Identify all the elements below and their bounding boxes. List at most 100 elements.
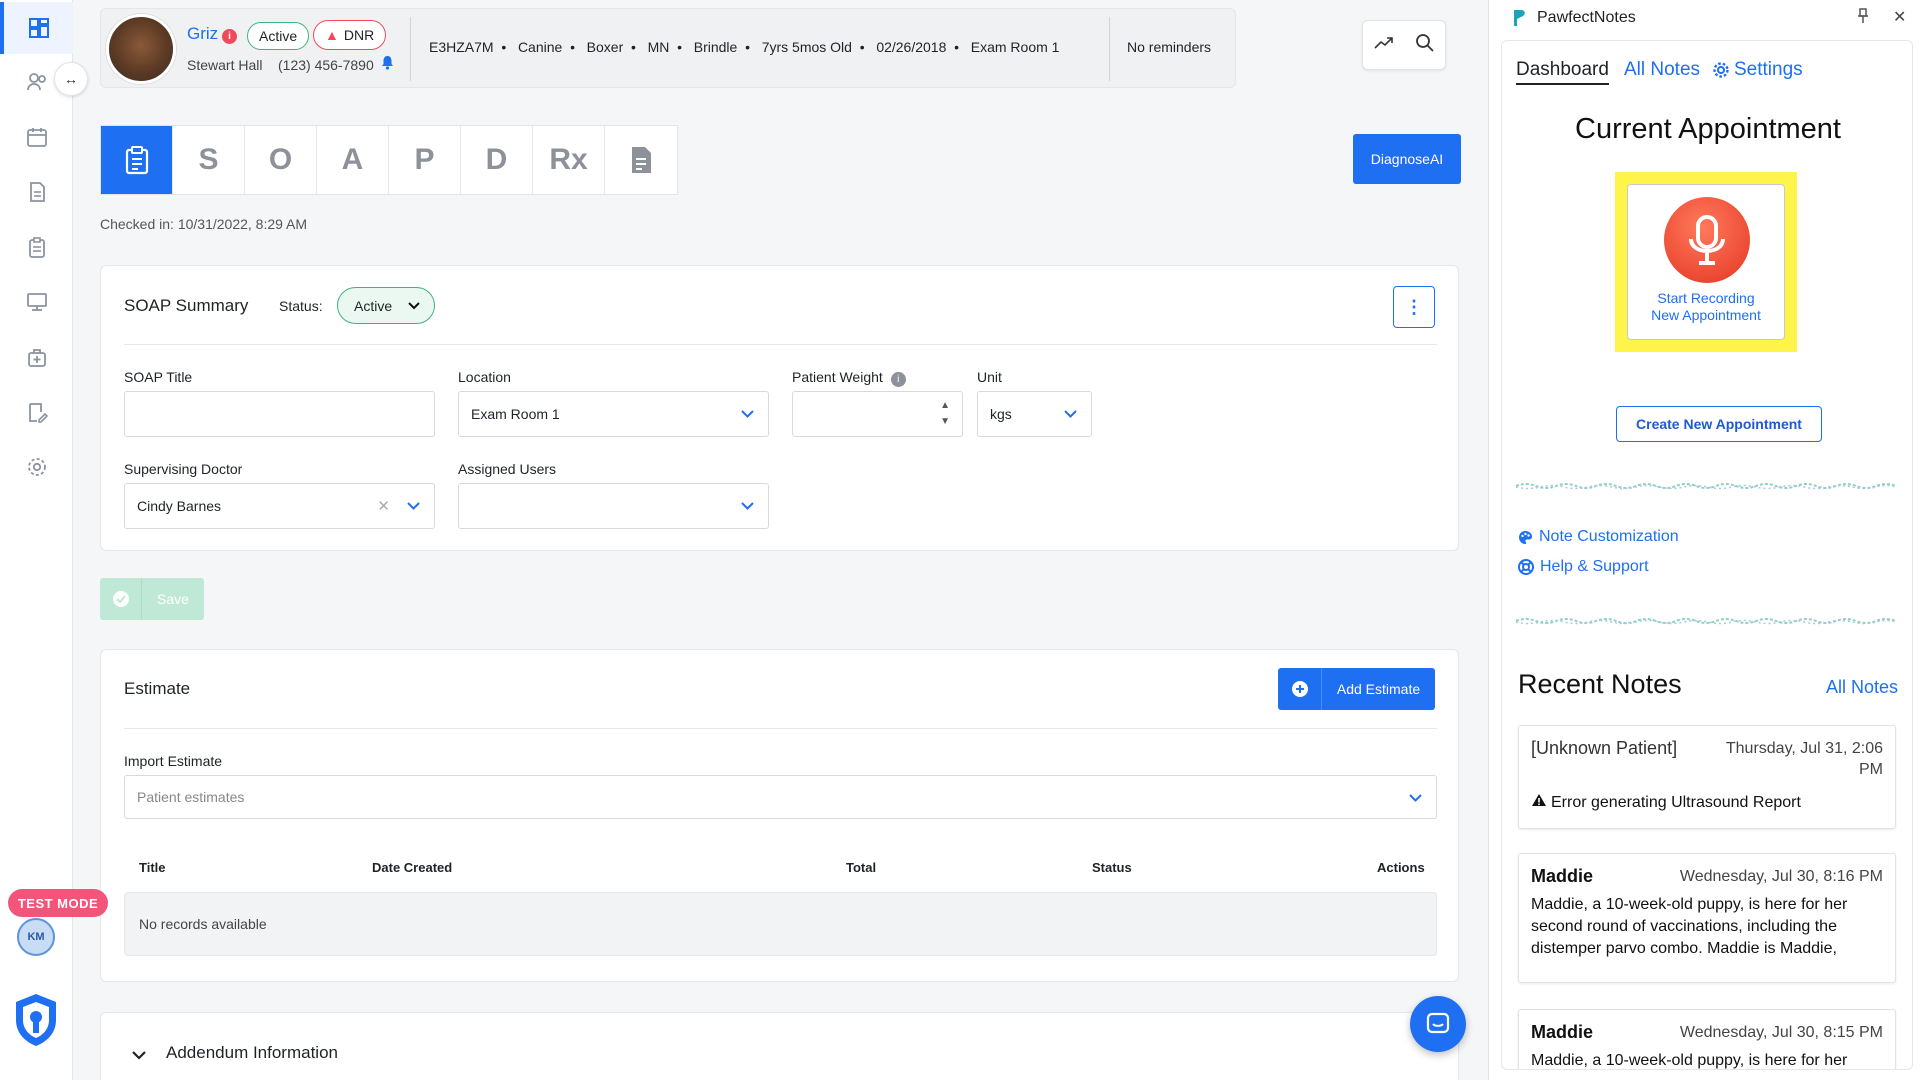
supervising-doctor-select[interactable]: Cindy Barnes ✕ xyxy=(124,483,435,529)
checked-in-time: Checked in: 10/31/2022, 8:29 AM xyxy=(100,216,308,232)
app-root: ↔ TEST MODE KM Griz i Active ▲ DNR Stewa… xyxy=(0,0,1920,1080)
info-icon[interactable]: i xyxy=(890,372,906,387)
pin-icon[interactable] xyxy=(1857,8,1869,28)
tab-summary[interactable] xyxy=(101,126,173,194)
tab-invoice[interactable] xyxy=(605,126,677,194)
lifebuoy-icon xyxy=(1518,559,1534,575)
nav-medical-kit-icon[interactable] xyxy=(0,331,73,383)
tab-subjective[interactable]: S xyxy=(173,126,245,194)
soap-tabs: S O A P D Rx xyxy=(100,125,678,195)
help-support-link[interactable]: Help & Support xyxy=(1518,558,1649,576)
tab-plan[interactable]: P xyxy=(389,126,461,194)
patient-color: Brindle xyxy=(693,39,738,55)
nav-clipboard-icon[interactable] xyxy=(0,221,73,273)
note-card[interactable]: Maddie Wednesday, Jul 30, 8:16 PM Maddie… xyxy=(1518,853,1896,983)
tab-settings[interactable]: Settings xyxy=(1712,59,1803,81)
warning-icon: ▲ xyxy=(325,27,339,43)
divider xyxy=(124,344,1437,345)
nav-dashboard-icon[interactable] xyxy=(0,2,73,54)
panel-titlebar: PawfectNotes ✕ xyxy=(1489,0,1920,36)
nav-settings-icon[interactable] xyxy=(0,441,73,493)
tab-objective[interactable]: O xyxy=(245,126,317,194)
status-value: Active xyxy=(354,297,393,314)
info-icon[interactable]: i xyxy=(222,29,237,44)
tab-settings-label: Settings xyxy=(1734,59,1803,80)
import-estimate-select[interactable]: Patient estimates xyxy=(124,775,1437,819)
create-new-appointment-button[interactable]: Create New Appointment xyxy=(1616,406,1822,442)
patient-name[interactable]: Griz xyxy=(187,24,218,44)
patient-id: E3HZA7M xyxy=(429,39,494,55)
column-header-title[interactable]: Title xyxy=(139,860,166,875)
tab-assessment[interactable]: A xyxy=(317,126,389,194)
unit-label: Unit xyxy=(977,369,1002,385)
reminders-text[interactable]: No reminders xyxy=(1127,39,1211,55)
assigned-users-select[interactable] xyxy=(458,483,769,529)
nav-documents-icon[interactable] xyxy=(0,166,73,218)
diagnose-ai-button[interactable]: DiagnoseAI xyxy=(1353,134,1461,184)
nav-calendar-icon[interactable] xyxy=(0,111,73,163)
microphone-icon xyxy=(1664,197,1750,283)
start-recording-line2: New Appointment xyxy=(1651,307,1761,323)
tab-diagnostics[interactable]: D xyxy=(461,126,533,194)
add-estimate-button[interactable]: Add Estimate xyxy=(1278,668,1435,710)
soap-title-input[interactable] xyxy=(124,391,435,437)
column-header-date-created[interactable]: Date Created xyxy=(372,860,452,875)
chevron-down-icon xyxy=(408,297,420,313)
pawfect-logo-icon xyxy=(1511,9,1527,32)
column-header-status[interactable]: Status xyxy=(1092,860,1132,875)
current-appointment-title: Current Appointment xyxy=(1575,113,1841,145)
palette-icon xyxy=(1519,530,1532,544)
wave-divider xyxy=(1516,483,1896,490)
tab-all-notes[interactable]: All Notes xyxy=(1624,59,1700,81)
patient-species: Canine xyxy=(517,39,563,55)
note-customization-link[interactable]: Note Customization xyxy=(1518,528,1679,546)
clear-icon[interactable]: ✕ xyxy=(377,497,390,515)
chevron-down-icon xyxy=(741,498,754,513)
stepper-arrows-icon[interactable]: ▲ ▼ xyxy=(940,398,950,430)
tab-dashboard[interactable]: Dashboard xyxy=(1516,59,1609,85)
unit-select[interactable]: kgs xyxy=(977,391,1092,437)
column-header-total[interactable]: Total xyxy=(846,860,876,875)
status-dropdown[interactable]: Active xyxy=(337,287,435,324)
note-date: Wednesday, Jul 30, 8:15 PM xyxy=(1679,1024,1883,1041)
soap-title-label: SOAP Title xyxy=(124,369,193,385)
save-button[interactable]: Save xyxy=(100,578,204,620)
user-avatar[interactable]: KM xyxy=(17,918,55,956)
note-error: Error generating Ultrasound Report xyxy=(1531,792,1801,814)
search-icon[interactable] xyxy=(1415,33,1435,58)
patient-dob: 02/26/2018 xyxy=(876,39,947,55)
close-icon[interactable]: ✕ xyxy=(1893,7,1906,27)
test-mode-badge: TEST MODE xyxy=(8,889,108,917)
header-divider xyxy=(410,17,411,81)
chat-button[interactable] xyxy=(1410,996,1466,1052)
start-recording-button[interactable]: Start Recording New Appointment xyxy=(1627,184,1785,340)
chevron-down-icon xyxy=(1064,406,1077,421)
bell-icon[interactable] xyxy=(381,55,394,73)
note-error-text: Error generating Ultrasound Report xyxy=(1551,794,1801,811)
tab-prescriptions[interactable]: Rx xyxy=(533,126,605,194)
location-select[interactable]: Exam Room 1 xyxy=(458,391,769,437)
note-patient-name: Maddie xyxy=(1531,1022,1594,1042)
owner-name[interactable]: Stewart Hall xyxy=(187,57,262,73)
patient-breed: Boxer xyxy=(586,39,624,55)
trend-chart-icon[interactable] xyxy=(1373,36,1394,55)
patient-details: E3HZA7M • Canine • Boxer • MN • Brindle … xyxy=(429,39,1060,55)
recent-all-notes-link[interactable]: All Notes xyxy=(1826,677,1898,698)
gear-icon xyxy=(1713,62,1729,78)
sidebar-collapse-toggle[interactable]: ↔ xyxy=(54,62,88,96)
nav-edit-notes-icon[interactable] xyxy=(0,386,73,438)
addendum-title: Addendum Information xyxy=(166,1043,338,1062)
chevron-down-icon[interactable] xyxy=(132,1047,146,1065)
assigned-users-label: Assigned Users xyxy=(458,461,557,477)
note-card[interactable]: Maddie Wednesday, Jul 30, 8:15 PM Maddie… xyxy=(1518,1009,1896,1069)
wave-divider xyxy=(1516,618,1896,625)
patient-weight-input[interactable]: ▲ ▼ xyxy=(792,391,963,437)
addendum-card[interactable]: Addendum Information xyxy=(100,1012,1459,1080)
more-options-button[interactable]: ⋮ xyxy=(1393,286,1435,328)
chat-icon xyxy=(1426,1012,1450,1034)
soap-summary-title: SOAP Summary xyxy=(124,296,249,315)
note-card[interactable]: [Unknown Patient] Thursday, Jul 31, 2:06… xyxy=(1518,725,1896,829)
note-patient-name: [Unknown Patient] xyxy=(1531,738,1678,758)
patient-weight-label: Patient Weight i xyxy=(792,369,906,387)
nav-monitor-icon[interactable] xyxy=(0,276,73,328)
